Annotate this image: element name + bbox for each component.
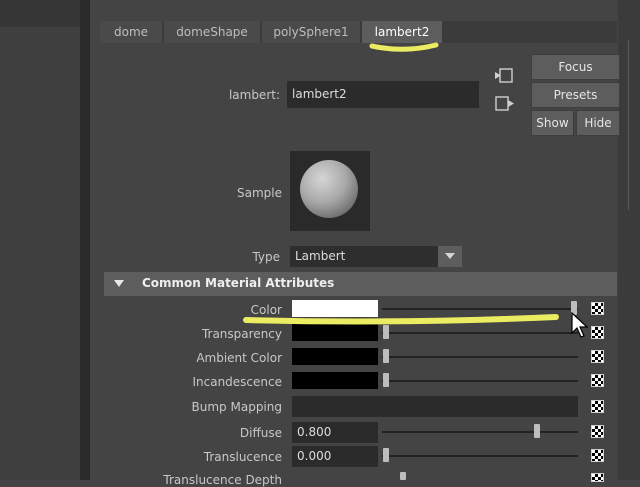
highlight-color-stroke bbox=[243, 314, 559, 325]
mouse-cursor-icon bbox=[571, 312, 589, 338]
highlight-annotations bbox=[243, 42, 559, 325]
highlight-tab-stroke bbox=[369, 42, 439, 52]
